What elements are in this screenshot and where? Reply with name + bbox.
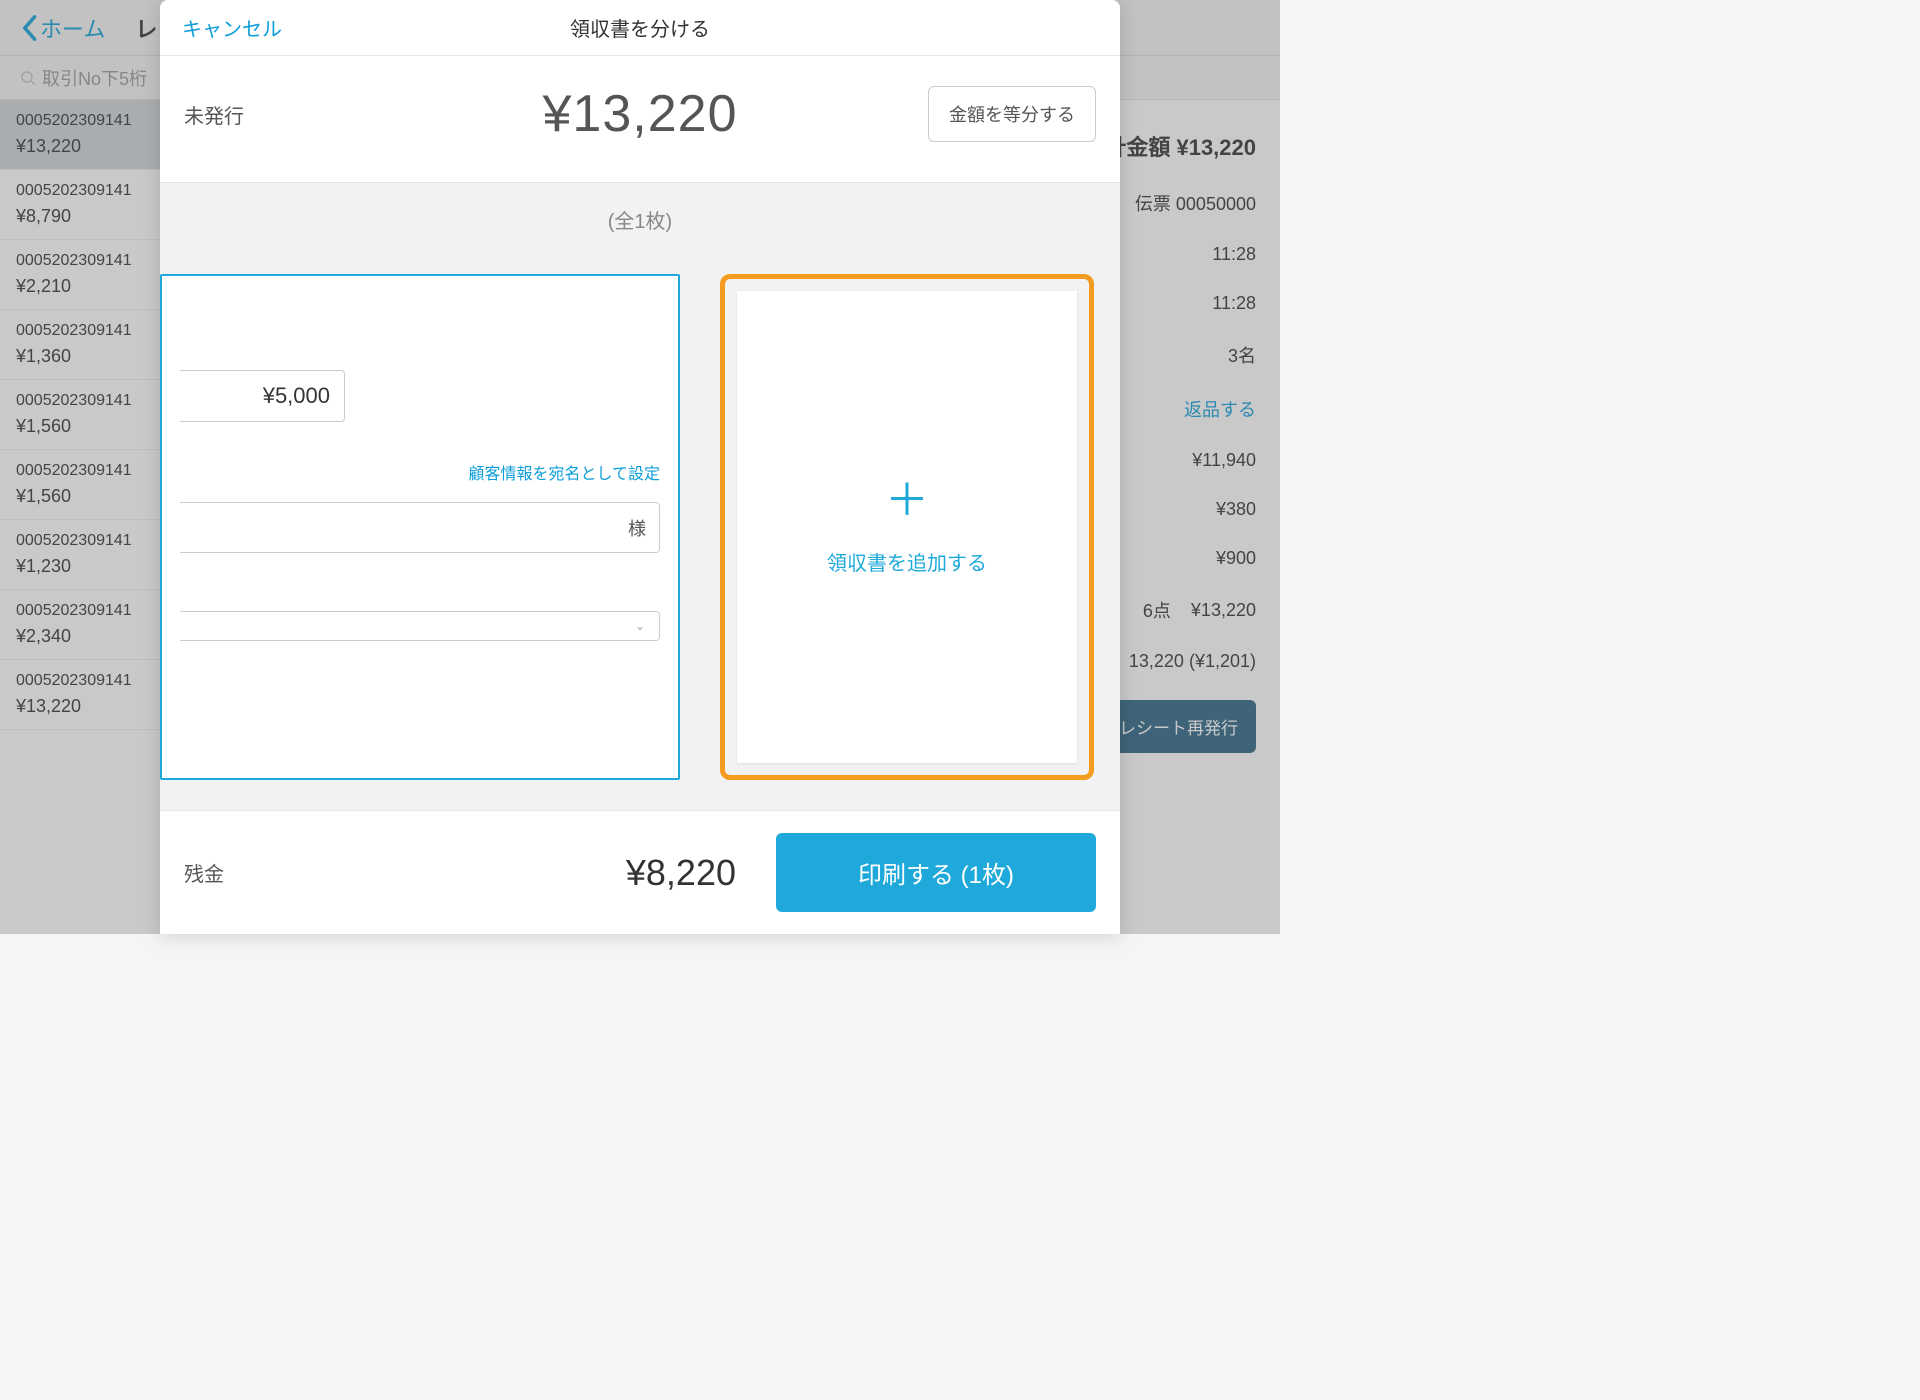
receipt-amount-input[interactable]	[180, 370, 345, 422]
cancel-button[interactable]: キャンセル	[182, 13, 282, 42]
plus-icon: ＋	[885, 479, 929, 523]
page-count: (全1枚)	[160, 183, 1120, 244]
status-label: 未発行	[184, 100, 244, 129]
add-receipt-card-highlight: ＋ 領収書を追加する	[720, 274, 1094, 780]
set-customer-name-link[interactable]: 顧客情報を宛名として設定	[180, 460, 660, 484]
print-button[interactable]: 印刷する (1枚)	[776, 833, 1096, 912]
remaining-amount: ¥8,220	[626, 852, 736, 894]
split-receipt-modal: キャンセル 領収書を分ける 未発行 ¥13,220 金額を等分する (全1枚) …	[160, 0, 1120, 934]
modal-footer: 残金 ¥8,220 印刷する (1枚)	[160, 810, 1120, 934]
divide-equally-button[interactable]: 金額を等分する	[928, 86, 1096, 142]
receipt-card[interactable]: 顧客情報を宛名として設定 様 ⌄	[160, 274, 680, 780]
total-row: 未発行 ¥13,220 金額を等分する	[160, 56, 1120, 183]
add-receipt-button[interactable]: ＋ 領収書を追加する	[737, 291, 1077, 763]
recipient-name-input[interactable]	[180, 502, 660, 553]
chevron-down-icon: ⌄	[635, 619, 645, 633]
proviso-select[interactable]: ⌄	[180, 611, 660, 641]
modal-title: 領収書を分ける	[570, 13, 710, 42]
modal-header: キャンセル 領収書を分ける	[160, 0, 1120, 56]
add-receipt-label: 領収書を追加する	[827, 547, 987, 576]
name-suffix: 様	[628, 515, 646, 541]
remaining-label: 残金	[184, 858, 224, 887]
total-amount: ¥13,220	[543, 84, 738, 144]
receipt-cards-row: 顧客情報を宛名として設定 様 ⌄ ＋ 領収書を追加する	[160, 244, 1120, 810]
